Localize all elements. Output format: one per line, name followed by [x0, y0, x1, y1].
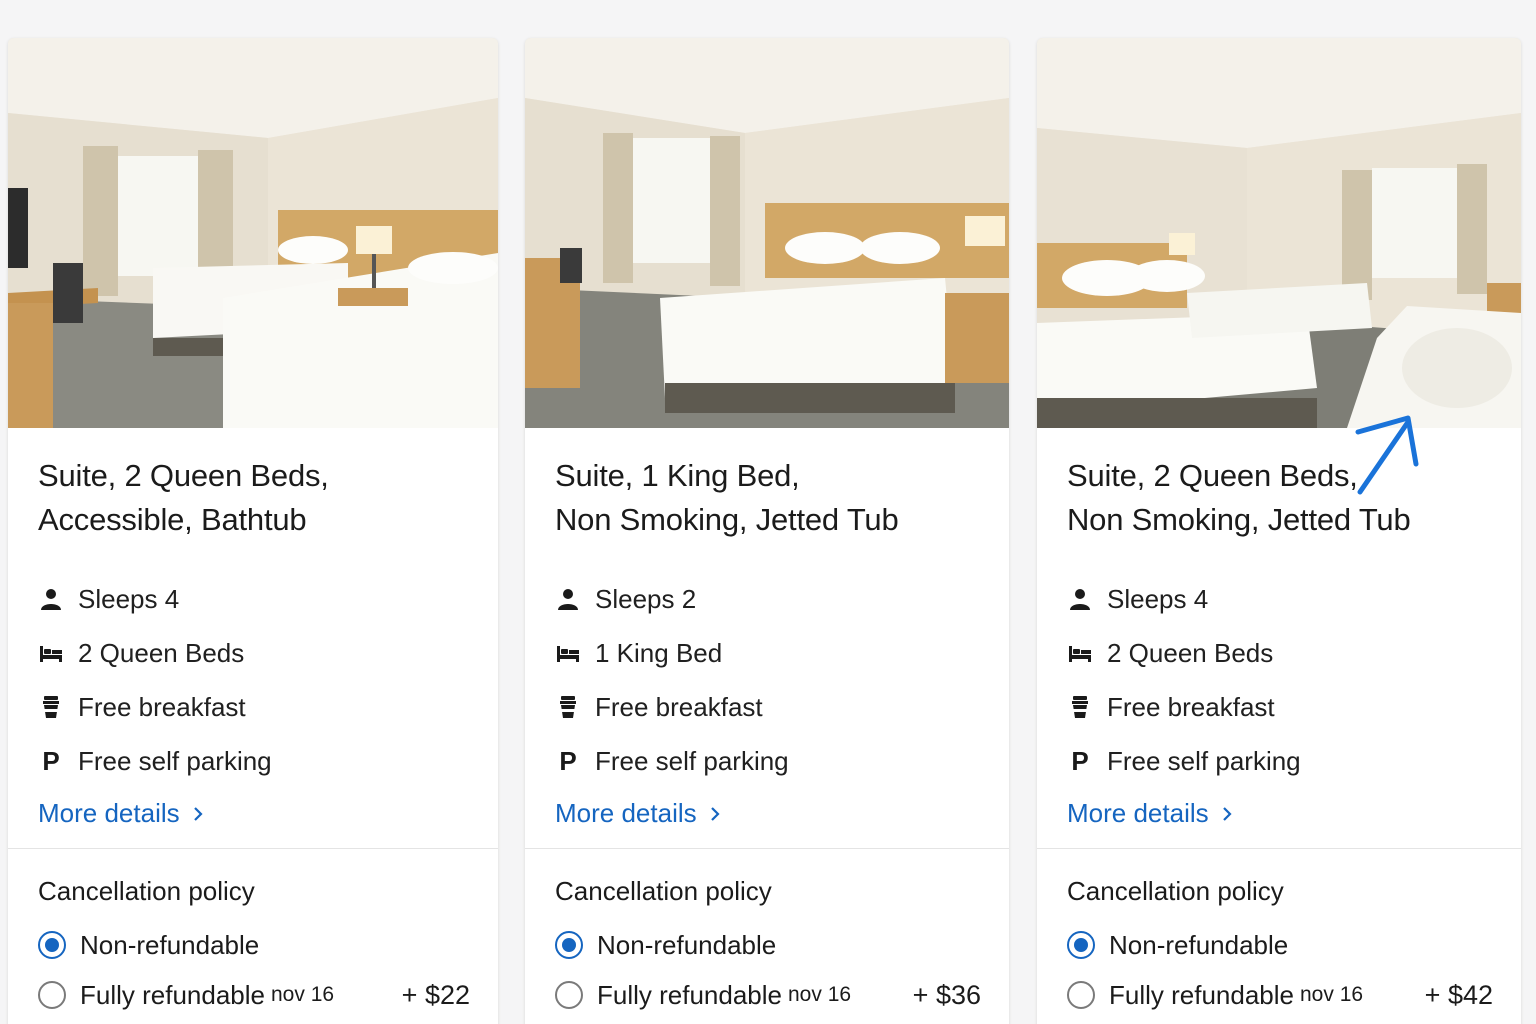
- room-card: Suite, 1 King Bed, Non Smoking, Jetted T…: [525, 38, 1009, 1024]
- option-price: + $22: [401, 979, 470, 1010]
- parking-icon: P: [559, 746, 577, 776]
- feature-label: Free self parking: [78, 745, 272, 776]
- feature-beds: 1 King Bed: [555, 626, 979, 680]
- room-title-line2: Non Smoking, Jetted Tub: [555, 502, 899, 537]
- radio-selected[interactable]: [38, 931, 66, 959]
- chevron-right-icon: [193, 806, 203, 821]
- more-details-label: More details: [1067, 798, 1209, 828]
- option-price: + $36: [912, 979, 981, 1010]
- option-fully-refundable[interactable]: Fully refundable nov 16 + $22: [38, 970, 470, 1020]
- bed-icon: [1067, 640, 1093, 666]
- feature-beds: 2 Queen Beds: [38, 626, 468, 680]
- more-details-label: More details: [555, 798, 697, 828]
- person-icon: [555, 586, 581, 612]
- radio-selected[interactable]: [1067, 931, 1095, 959]
- coffee-cup-icon: [555, 694, 581, 720]
- bed-icon: [555, 640, 581, 666]
- policy-title: Cancellation policy: [38, 876, 255, 906]
- coffee-cup-icon: [1067, 694, 1093, 720]
- feature-list: Sleeps 2 1 King Bed Free breakfast P Fre…: [555, 572, 979, 788]
- room-card: Suite, 2 Queen Beds, Non Smoking, Jetted…: [1037, 38, 1521, 1024]
- feature-breakfast: Free breakfast: [38, 680, 468, 734]
- feature-label: Sleeps 4: [78, 583, 180, 614]
- option-fully-refundable[interactable]: Fully refundable nov 16 + $42: [1067, 970, 1493, 1020]
- option-label: Fully refundable: [80, 979, 265, 1010]
- chevron-right-icon: [710, 806, 720, 821]
- feature-label: Free breakfast: [595, 691, 763, 722]
- feature-sleeps: Sleeps 4: [38, 572, 468, 626]
- option-non-refundable[interactable]: Non-refundable: [1067, 920, 1493, 970]
- person-icon: [1067, 586, 1093, 612]
- policy-title: Cancellation policy: [555, 876, 772, 906]
- feature-label: Free breakfast: [78, 691, 246, 722]
- room-title: Suite, 2 Queen Beds, Non Smoking, Jetted…: [1067, 454, 1491, 542]
- room-title-line1: Suite, 2 Queen Beds,: [1067, 458, 1358, 493]
- feature-label: 1 King Bed: [595, 637, 723, 668]
- option-label: Non-refundable: [597, 929, 777, 960]
- parking-icon: P: [1071, 746, 1089, 776]
- feature-breakfast: Free breakfast: [1067, 680, 1491, 734]
- option-date: nov 16: [788, 983, 852, 1006]
- feature-list: Sleeps 4 2 Queen Beds Free breakfast P F…: [1067, 572, 1491, 788]
- radio-selected[interactable]: [555, 931, 583, 959]
- feature-sleeps: Sleeps 4: [1067, 572, 1491, 626]
- room-title-line1: Suite, 1 King Bed,: [555, 458, 800, 493]
- coffee-cup-icon: [38, 694, 64, 720]
- cancellation-policy: Cancellation policy Non-refundable Fully…: [1037, 876, 1521, 1020]
- room-title-line2: Non Smoking, Jetted Tub: [1067, 502, 1411, 537]
- cancellation-policy: Cancellation policy Non-refundable Fully…: [525, 876, 1009, 1020]
- feature-label: Sleeps 2: [595, 583, 697, 614]
- feature-parking: P Free self parking: [555, 734, 979, 788]
- feature-label: Free breakfast: [1107, 691, 1275, 722]
- feature-list: Sleeps 4 2 Queen Beds Free breakfast P F…: [38, 572, 468, 788]
- option-label: Non-refundable: [80, 929, 260, 960]
- person-icon: [38, 586, 64, 612]
- bed-icon: [38, 640, 64, 666]
- more-details-link[interactable]: More details: [555, 798, 723, 829]
- option-price: + $42: [1424, 979, 1493, 1010]
- more-details-link[interactable]: More details: [38, 798, 206, 829]
- option-label: Non-refundable: [1109, 929, 1289, 960]
- option-label: Fully refundable: [1109, 979, 1294, 1010]
- radio-unselected[interactable]: [555, 981, 583, 1009]
- option-non-refundable[interactable]: Non-refundable: [38, 920, 470, 970]
- feature-breakfast: Free breakfast: [555, 680, 979, 734]
- policy-title: Cancellation policy: [1067, 876, 1284, 906]
- radio-unselected[interactable]: [1067, 981, 1095, 1009]
- room-title: Suite, 1 King Bed, Non Smoking, Jetted T…: [555, 454, 979, 542]
- divider: [1037, 848, 1521, 849]
- room-photo[interactable]: [8, 38, 498, 428]
- cancellation-policy: Cancellation policy Non-refundable Fully…: [8, 876, 498, 1020]
- feature-label: Free self parking: [595, 745, 789, 776]
- feature-label: 2 Queen Beds: [1107, 637, 1274, 668]
- more-details-link[interactable]: More details: [1067, 798, 1235, 829]
- parking-icon: P: [42, 746, 60, 776]
- feature-label: 2 Queen Beds: [78, 637, 245, 668]
- room-title: Suite, 2 Queen Beds, Accessible, Bathtub: [38, 454, 468, 542]
- feature-label: Free self parking: [1107, 745, 1301, 776]
- option-date: nov 16: [271, 983, 335, 1006]
- option-date: nov 16: [1300, 983, 1364, 1006]
- chevron-right-icon: [1222, 806, 1232, 821]
- radio-unselected[interactable]: [38, 981, 66, 1009]
- feature-beds: 2 Queen Beds: [1067, 626, 1491, 680]
- room-photo[interactable]: [525, 38, 1009, 428]
- divider: [8, 848, 498, 849]
- feature-sleeps: Sleeps 2: [555, 572, 979, 626]
- divider: [525, 848, 1009, 849]
- option-label: Fully refundable: [597, 979, 782, 1010]
- room-card: Suite, 2 Queen Beds, Accessible, Bathtub…: [8, 38, 498, 1024]
- feature-label: Sleeps 4: [1107, 583, 1209, 614]
- more-details-label: More details: [38, 798, 180, 828]
- room-photo[interactable]: [1037, 38, 1521, 428]
- feature-parking: P Free self parking: [38, 734, 468, 788]
- room-title-line2: Accessible, Bathtub: [38, 502, 307, 537]
- room-title-line1: Suite, 2 Queen Beds,: [38, 458, 329, 493]
- option-non-refundable[interactable]: Non-refundable: [555, 920, 981, 970]
- feature-parking: P Free self parking: [1067, 734, 1491, 788]
- option-fully-refundable[interactable]: Fully refundable nov 16 + $36: [555, 970, 981, 1020]
